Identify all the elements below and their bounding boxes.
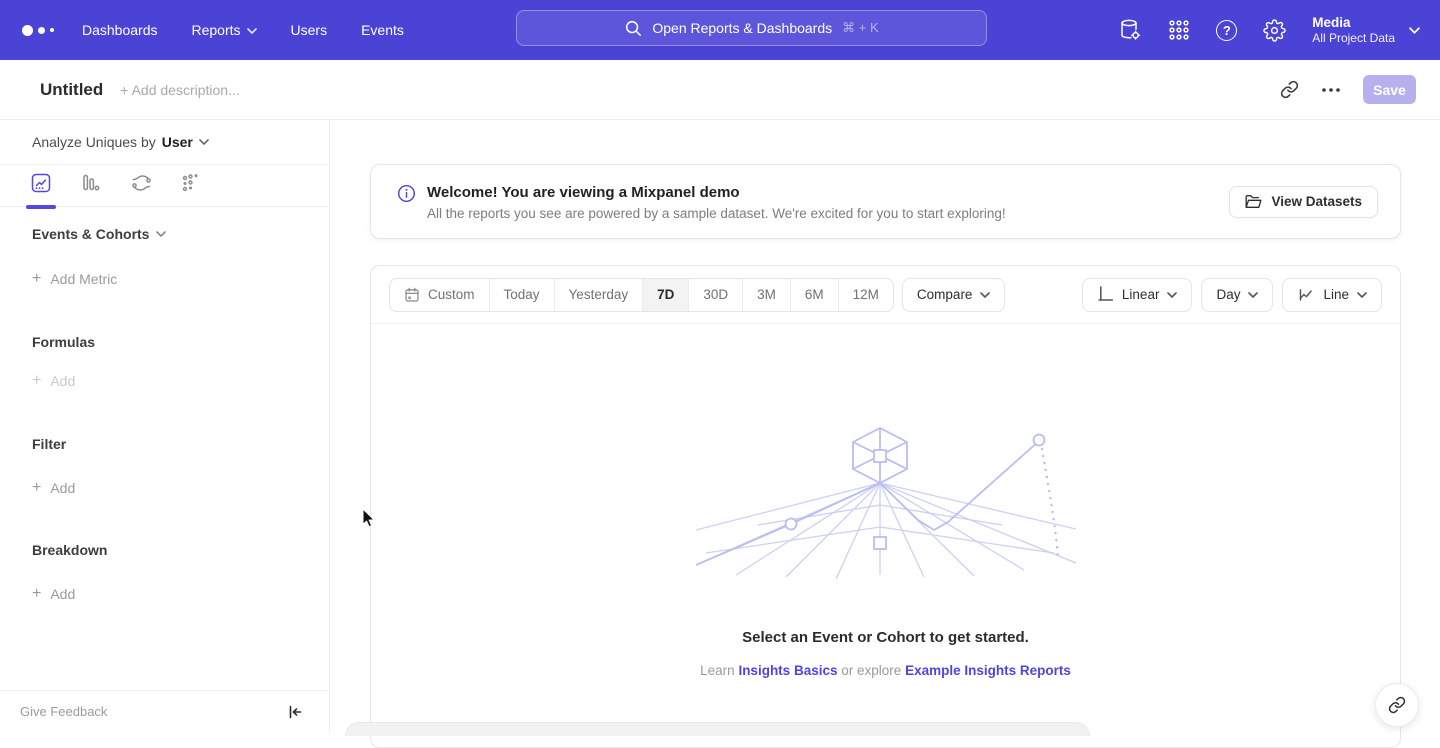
- date-range-yesterday[interactable]: Yesterday: [554, 279, 643, 311]
- project-switcher[interactable]: Media All Project Data: [1312, 14, 1420, 46]
- search-shortcut: ⌘ + K: [842, 20, 879, 36]
- global-search-input[interactable]: Open Reports & Dashboards ⌘ + K: [516, 10, 987, 46]
- formulas-header: Formulas: [32, 334, 329, 350]
- chevron-down-icon: [1409, 27, 1420, 34]
- analyze-label: Analyze Uniques by: [32, 134, 156, 150]
- filter-header: Filter: [32, 436, 329, 452]
- add-description-field[interactable]: + Add description...: [120, 82, 239, 98]
- nav-item-events[interactable]: Events: [361, 22, 404, 38]
- tab-line-chart[interactable]: [30, 165, 52, 207]
- search-placeholder: Open Reports & Dashboards: [652, 20, 832, 36]
- copy-link-icon[interactable]: [1280, 80, 1299, 99]
- chevron-down-icon: [980, 292, 990, 298]
- chevron-down-icon: [1357, 292, 1367, 298]
- add-metric-button[interactable]: + Add Metric: [32, 271, 329, 287]
- demo-welcome-banner: Welcome! You are viewing a Mixpanel demo…: [370, 164, 1401, 239]
- main-content: Welcome! You are viewing a Mixpanel demo…: [330, 120, 1440, 732]
- empty-state-links: Learn Insights Basics or explore Example…: [371, 663, 1400, 678]
- report-header: Untitled + Add description... Save: [0, 60, 1440, 120]
- bottom-panel-edge: [345, 722, 1090, 736]
- scatter-tab-icon: [181, 173, 201, 207]
- calendar-icon: [404, 287, 420, 303]
- analyze-entity-dropdown[interactable]: User: [162, 134, 209, 150]
- chart-type-dropdown[interactable]: Line: [1282, 278, 1382, 312]
- give-feedback-link[interactable]: Give Feedback: [20, 704, 107, 719]
- add-formula-button[interactable]: + Add: [32, 373, 329, 389]
- interval-dropdown[interactable]: Day: [1201, 278, 1273, 312]
- report-title[interactable]: Untitled: [40, 80, 103, 100]
- data-management-icon[interactable]: [1118, 18, 1142, 42]
- date-range-control: Custom Today Yesterday 7D 30D 3M 6M 12M: [389, 278, 894, 312]
- folder-icon: [1245, 194, 1262, 209]
- project-name: Media: [1312, 14, 1395, 31]
- share-link-fab[interactable]: [1375, 683, 1419, 727]
- chevron-down-icon: [199, 139, 209, 145]
- save-button[interactable]: Save: [1363, 75, 1416, 104]
- visualization-tabs: [0, 165, 329, 207]
- date-range-7d[interactable]: 7D: [642, 279, 688, 311]
- project-scope: All Project Data: [1312, 31, 1395, 46]
- nav-item-users[interactable]: Users: [291, 22, 328, 38]
- chevron-down-icon: [1167, 292, 1177, 298]
- tab-flow[interactable]: [130, 165, 152, 207]
- line-chart-icon: [1297, 286, 1315, 303]
- primary-nav: Dashboards Reports Users Events: [82, 22, 404, 38]
- add-filter-button[interactable]: + Add: [32, 480, 329, 496]
- help-icon[interactable]: ?: [1216, 20, 1237, 41]
- view-datasets-button[interactable]: View Datasets: [1229, 186, 1378, 218]
- banner-title: Welcome! You are viewing a Mixpanel demo: [427, 182, 1229, 204]
- date-range-custom[interactable]: Custom: [390, 279, 489, 311]
- date-range-6m[interactable]: 6M: [790, 279, 838, 311]
- date-range-30d[interactable]: 30D: [688, 279, 742, 311]
- breakdown-header: Breakdown: [32, 542, 329, 558]
- top-navigation: Dashboards Reports Users Events Open Rep…: [0, 0, 1440, 60]
- date-range-3m[interactable]: 3M: [742, 279, 790, 311]
- plus-icon: +: [32, 481, 41, 495]
- chevron-down-icon: [1248, 292, 1258, 298]
- linear-axis-icon: [1097, 286, 1114, 303]
- plus-icon: +: [32, 587, 41, 601]
- events-cohorts-header[interactable]: Events & Cohorts: [32, 226, 329, 242]
- tab-bar-chart[interactable]: [80, 165, 102, 207]
- tab-scatter[interactable]: [180, 165, 202, 207]
- empty-state-title: Select an Event or Cohort to get started…: [371, 629, 1400, 646]
- more-options-icon[interactable]: [1321, 87, 1341, 93]
- apps-grid-icon[interactable]: [1168, 19, 1190, 41]
- query-builder-sidebar: Analyze Uniques by User: [0, 120, 330, 732]
- axis-scale-dropdown[interactable]: Linear: [1082, 278, 1193, 312]
- link-icon: [1388, 696, 1406, 714]
- insights-chart-panel: Custom Today Yesterday 7D 30D 3M 6M 12M …: [370, 265, 1401, 748]
- chevron-down-icon: [247, 28, 257, 34]
- date-range-today[interactable]: Today: [489, 279, 554, 311]
- search-icon: [624, 19, 642, 37]
- chart-toolbar: Custom Today Yesterday 7D 30D 3M 6M 12M …: [371, 266, 1400, 324]
- info-icon: [397, 184, 416, 203]
- nav-item-reports[interactable]: Reports: [192, 22, 257, 38]
- nav-item-dashboards[interactable]: Dashboards: [82, 22, 158, 38]
- nav-utilities: ? Media All Project Data: [1118, 0, 1420, 60]
- date-range-12m[interactable]: 12M: [838, 279, 893, 311]
- banner-subtitle: All the reports you see are powered by a…: [427, 204, 1229, 224]
- add-breakdown-button[interactable]: + Add: [32, 586, 329, 602]
- collapse-sidebar-icon[interactable]: [287, 704, 303, 720]
- settings-gear-icon[interactable]: [1263, 19, 1286, 42]
- plus-icon: +: [32, 272, 41, 286]
- empty-state: Select an Event or Cohort to get started…: [371, 425, 1400, 678]
- chevron-down-icon: [156, 231, 166, 237]
- example-reports-link[interactable]: Example Insights Reports: [905, 663, 1071, 678]
- plus-icon: +: [32, 374, 41, 388]
- flow-tab-icon: [131, 173, 152, 207]
- bar-chart-tab-icon: [81, 173, 101, 207]
- line-chart-tab-icon: [31, 173, 51, 207]
- mixpanel-logo-icon[interactable]: [22, 25, 54, 36]
- compare-button[interactable]: Compare: [902, 278, 1006, 312]
- empty-state-illustration: [696, 425, 1076, 580]
- insights-basics-link[interactable]: Insights Basics: [738, 663, 837, 678]
